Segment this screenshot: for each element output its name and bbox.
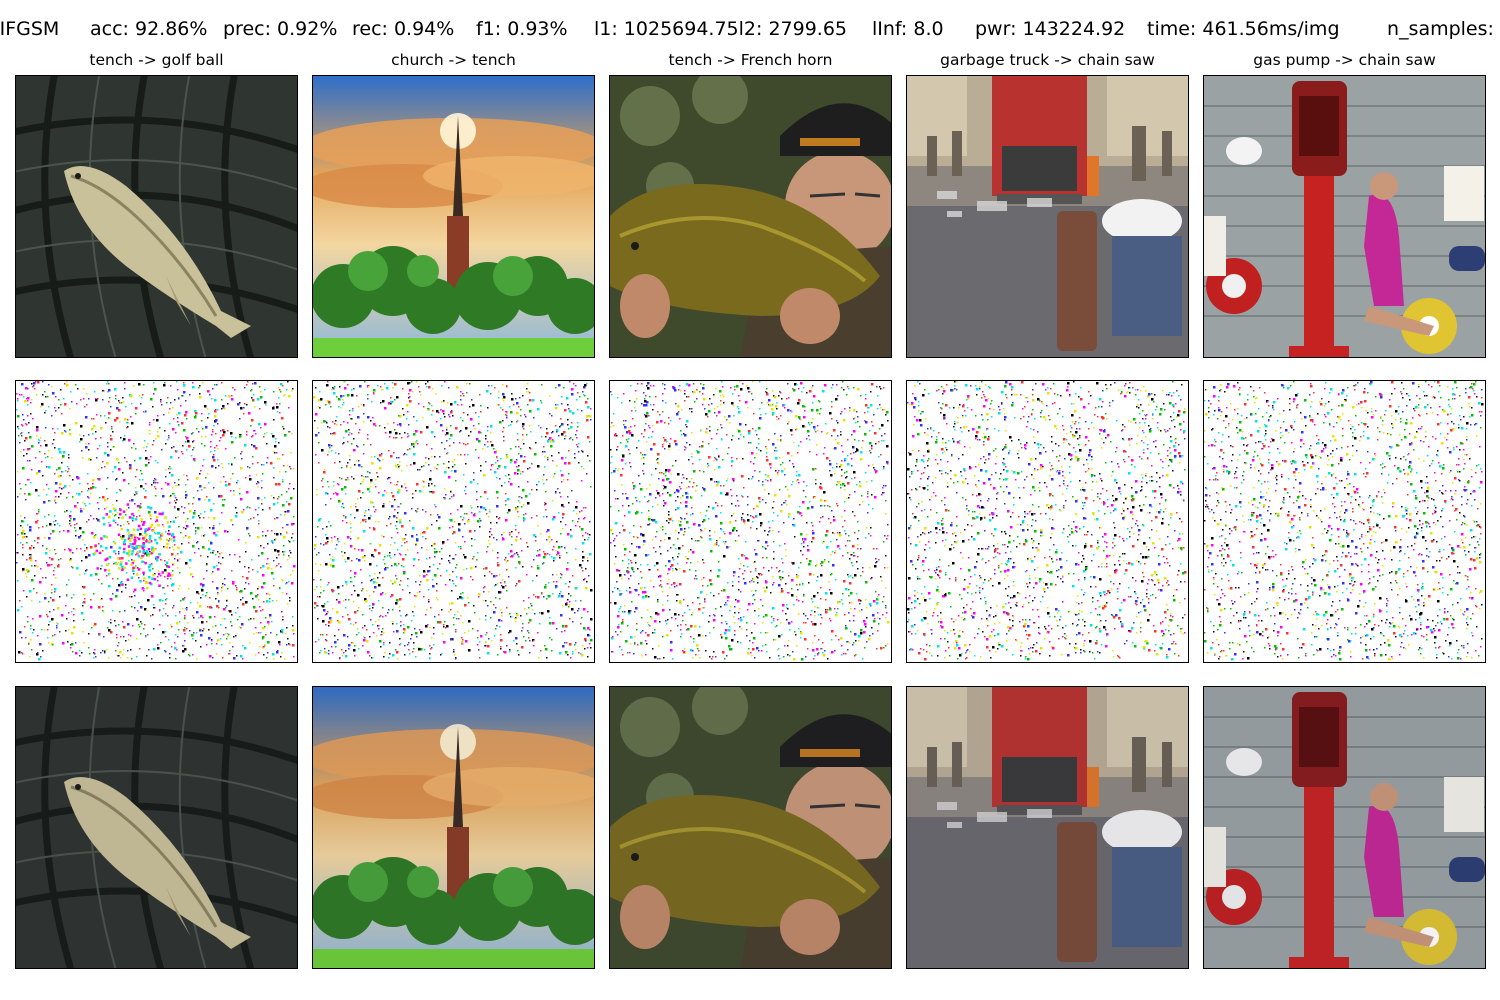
column-title: tench -> golf ball xyxy=(89,51,224,69)
noise-map xyxy=(610,381,890,661)
column-title: garbage truck -> chain saw xyxy=(940,51,1155,69)
perturbation-noise xyxy=(313,381,593,660)
man-holding-fish-image xyxy=(610,76,891,357)
method-label: IIFGSM xyxy=(0,18,60,40)
perturbation-image-panel xyxy=(609,380,892,663)
recall-stat: rec: 0.94% xyxy=(352,18,455,40)
perturbation-noise xyxy=(1204,381,1484,661)
original-image-panel xyxy=(1203,75,1486,358)
church-steeple-image xyxy=(313,687,594,968)
adversarial-image-panel xyxy=(312,686,595,969)
accuracy-stat: acc: 92.86% xyxy=(90,18,208,40)
original-image-panel xyxy=(312,75,595,358)
adversarial-image-panel xyxy=(609,686,892,969)
linf-stat: lInf: 8.0 xyxy=(872,18,944,40)
perturbation-image-panel xyxy=(15,380,298,663)
perturbation-noise xyxy=(610,381,890,661)
original-image-panel xyxy=(15,75,298,358)
n-samples-stat: n_samples: xyxy=(1387,18,1494,40)
column-title: gas pump -> chain saw xyxy=(1253,51,1436,69)
precision-stat: prec: 0.92% xyxy=(223,18,338,40)
perturbation-noise xyxy=(16,381,296,661)
adversarial-image-panel xyxy=(906,686,1189,969)
perturbation-image-panel xyxy=(906,380,1189,663)
noise-map xyxy=(16,381,296,661)
noise-map xyxy=(313,381,593,660)
power-stat: pwr: 143224.92 xyxy=(975,18,1126,40)
church-steeple-image xyxy=(313,76,594,357)
garbage-truck-street-image xyxy=(907,76,1188,357)
column-title: church -> tench xyxy=(391,51,516,69)
man-holding-fish-image xyxy=(610,687,891,968)
perturbation-noise xyxy=(907,381,1187,661)
fish-in-net-image xyxy=(16,687,297,968)
perturbation-image-panel xyxy=(1203,380,1486,663)
column-title: tench -> French horn xyxy=(668,51,833,69)
original-image-panel xyxy=(906,75,1189,358)
perturbation-image-panel xyxy=(312,380,595,663)
original-image-panel xyxy=(609,75,892,358)
adversarial-image-panel xyxy=(15,686,298,969)
l1-l2-stat: l1: 1025694.75l2: 2799.65 xyxy=(594,18,848,40)
noise-map xyxy=(1204,381,1484,661)
f1-stat: f1: 0.93% xyxy=(476,18,568,40)
figure-header: IIFGSM acc: 92.86% prec: 0.92% rec: 0.94… xyxy=(0,15,1500,43)
garbage-truck-street-image xyxy=(907,687,1188,968)
gas-pump-mobiloil-image xyxy=(1204,687,1485,968)
adversarial-image-panel xyxy=(1203,686,1486,969)
gas-pump-mobiloil-image xyxy=(1204,76,1485,357)
noise-map xyxy=(907,381,1187,661)
time-stat: time: 461.56ms/img xyxy=(1147,18,1340,40)
fish-in-net-image xyxy=(16,76,297,357)
